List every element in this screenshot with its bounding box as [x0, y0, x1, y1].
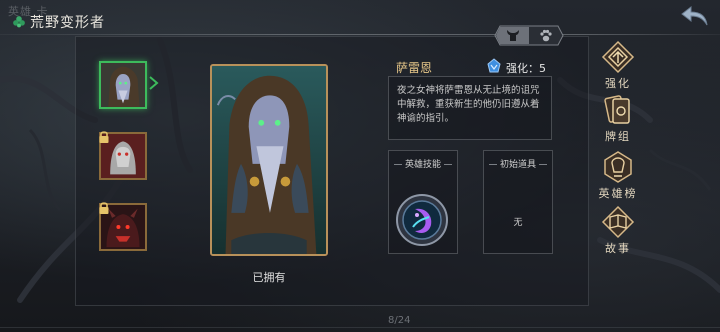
hero-description: 夜之女神将萨雷恩从无止境的诅咒中解救，重获新生的他仍旧遵从着神谕的指引。: [397, 85, 540, 124]
enhance-level: 强化：5: [506, 60, 546, 76]
hero-artwork: [212, 66, 326, 254]
lock-icon: [99, 131, 109, 143]
owned-status: 已拥有: [252, 271, 286, 284]
hero-description-box: 夜之女神将萨雷恩从无止境的诅咒中解救，重获新生的他仍旧遵从着神谕的指引。: [388, 76, 552, 140]
header: 英雄 卡 荒野变形者: [0, 0, 720, 40]
hero-name: 萨雷恩: [396, 61, 433, 75]
tab-helmet[interactable]: [496, 25, 530, 46]
upgrade-button[interactable]: 强化: [588, 40, 648, 91]
upgrade-icon: [601, 40, 635, 74]
hero-skill-box: 英雄技能: [388, 150, 458, 254]
horned-helmet-icon: [507, 29, 519, 41]
story-button[interactable]: 故事: [588, 205, 648, 256]
hero-slot-hooded-shaman[interactable]: [99, 61, 147, 109]
card-deck-label: 牌组: [605, 130, 631, 143]
story-label: 故事: [605, 242, 631, 255]
leaderboard-icon: [604, 151, 632, 183]
story-book-icon: [601, 205, 635, 239]
selection-arrow-icon: [149, 76, 159, 90]
initial-item-title: 初始道具: [484, 157, 552, 170]
card-deck-icon: [604, 95, 630, 124]
view-switch: [494, 25, 564, 46]
footer-divider: [0, 327, 720, 328]
initial-item-box: 初始道具 无: [483, 150, 553, 254]
tab-paw[interactable]: [529, 25, 563, 46]
back-arrow-icon[interactable]: [680, 4, 710, 30]
leaderboard-label: 英雄榜: [598, 187, 638, 200]
initial-item-value: 无: [513, 218, 523, 228]
enhance-crystal-icon: [487, 58, 501, 73]
title-area: 荒野变形者: [12, 12, 105, 32]
lock-icon: [99, 202, 109, 214]
hooded-shaman-thumbnail: [101, 63, 145, 107]
paw-icon: [540, 29, 552, 41]
page-count: 8/24: [388, 315, 411, 326]
leaderboard-button[interactable]: 英雄榜: [588, 150, 648, 201]
emerald-clover-icon: [13, 16, 25, 28]
hero-skill-title: 英雄技能: [389, 157, 457, 170]
header-divider: [0, 34, 720, 35]
hero-portrait: [210, 64, 328, 256]
enhance-label: 强化：: [506, 62, 539, 75]
page-title: 荒野变形者: [30, 15, 105, 31]
enhance-value: 5: [539, 62, 546, 75]
moon-spirit-skill-icon[interactable]: [395, 193, 449, 247]
upgrade-label: 强化: [605, 77, 631, 90]
card-deck-button[interactable]: 牌组: [588, 93, 648, 144]
